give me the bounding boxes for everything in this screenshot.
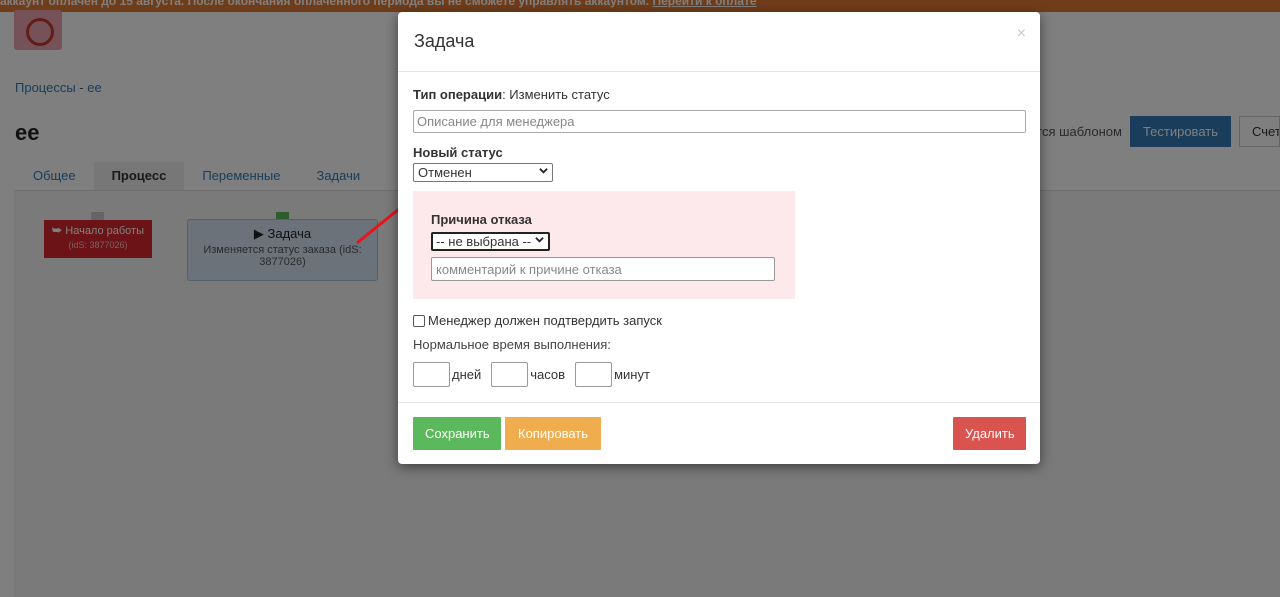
confirm-launch-checkbox[interactable] <box>413 314 425 327</box>
modal-title: Задача <box>414 31 475 51</box>
new-status-value: Отменен <box>418 165 472 180</box>
rejection-reason-panel: Причина отказа -- не выбрана -- <box>413 191 795 299</box>
close-icon[interactable]: × <box>1017 25 1026 43</box>
rejection-reason-label: Причина отказа <box>431 212 532 227</box>
rejection-reason-value: -- не выбрана -- <box>436 234 532 249</box>
normal-time-row: дней часов минут <box>413 362 660 387</box>
chevron-down-icon <box>539 168 548 174</box>
confirm-launch-label[interactable]: Менеджер должен подтвердить запуск <box>428 313 662 328</box>
modal-body: Тип операции: Изменить статус Новый стат… <box>398 72 1040 402</box>
rejection-reason-select[interactable]: -- не выбрана -- <box>431 232 550 251</box>
new-status-label: Новый статус <box>413 145 503 160</box>
operation-type-value: : Изменить статус <box>502 87 610 102</box>
modal-header: Задача × <box>398 12 1040 72</box>
save-button[interactable]: Сохранить <box>413 417 501 450</box>
delete-button[interactable]: Удалить <box>953 417 1026 450</box>
manager-description-input[interactable] <box>413 110 1026 133</box>
minutes-label: минут <box>614 367 650 382</box>
hours-input[interactable] <box>491 362 529 387</box>
confirm-launch-row: Менеджер должен подтвердить запуск <box>413 313 662 328</box>
rejection-comment-input[interactable] <box>431 257 775 281</box>
operation-type: Тип операции: Изменить статус <box>413 87 610 102</box>
days-label: дней <box>452 367 482 382</box>
days-input[interactable] <box>413 362 450 387</box>
copy-button[interactable]: Копировать <box>505 417 601 450</box>
normal-time-label: Нормальное время выполнения: <box>413 337 611 352</box>
chevron-down-icon <box>535 237 544 243</box>
new-status-select[interactable]: Отменен <box>413 163 553 182</box>
modal-footer: Сохранить Копировать Удалить <box>398 402 1040 464</box>
operation-type-label: Тип операции <box>413 87 503 102</box>
hours-label: часов <box>530 367 566 382</box>
minutes-input[interactable] <box>575 362 613 387</box>
task-modal: Задача × Тип операции: Изменить статус Н… <box>398 12 1040 464</box>
